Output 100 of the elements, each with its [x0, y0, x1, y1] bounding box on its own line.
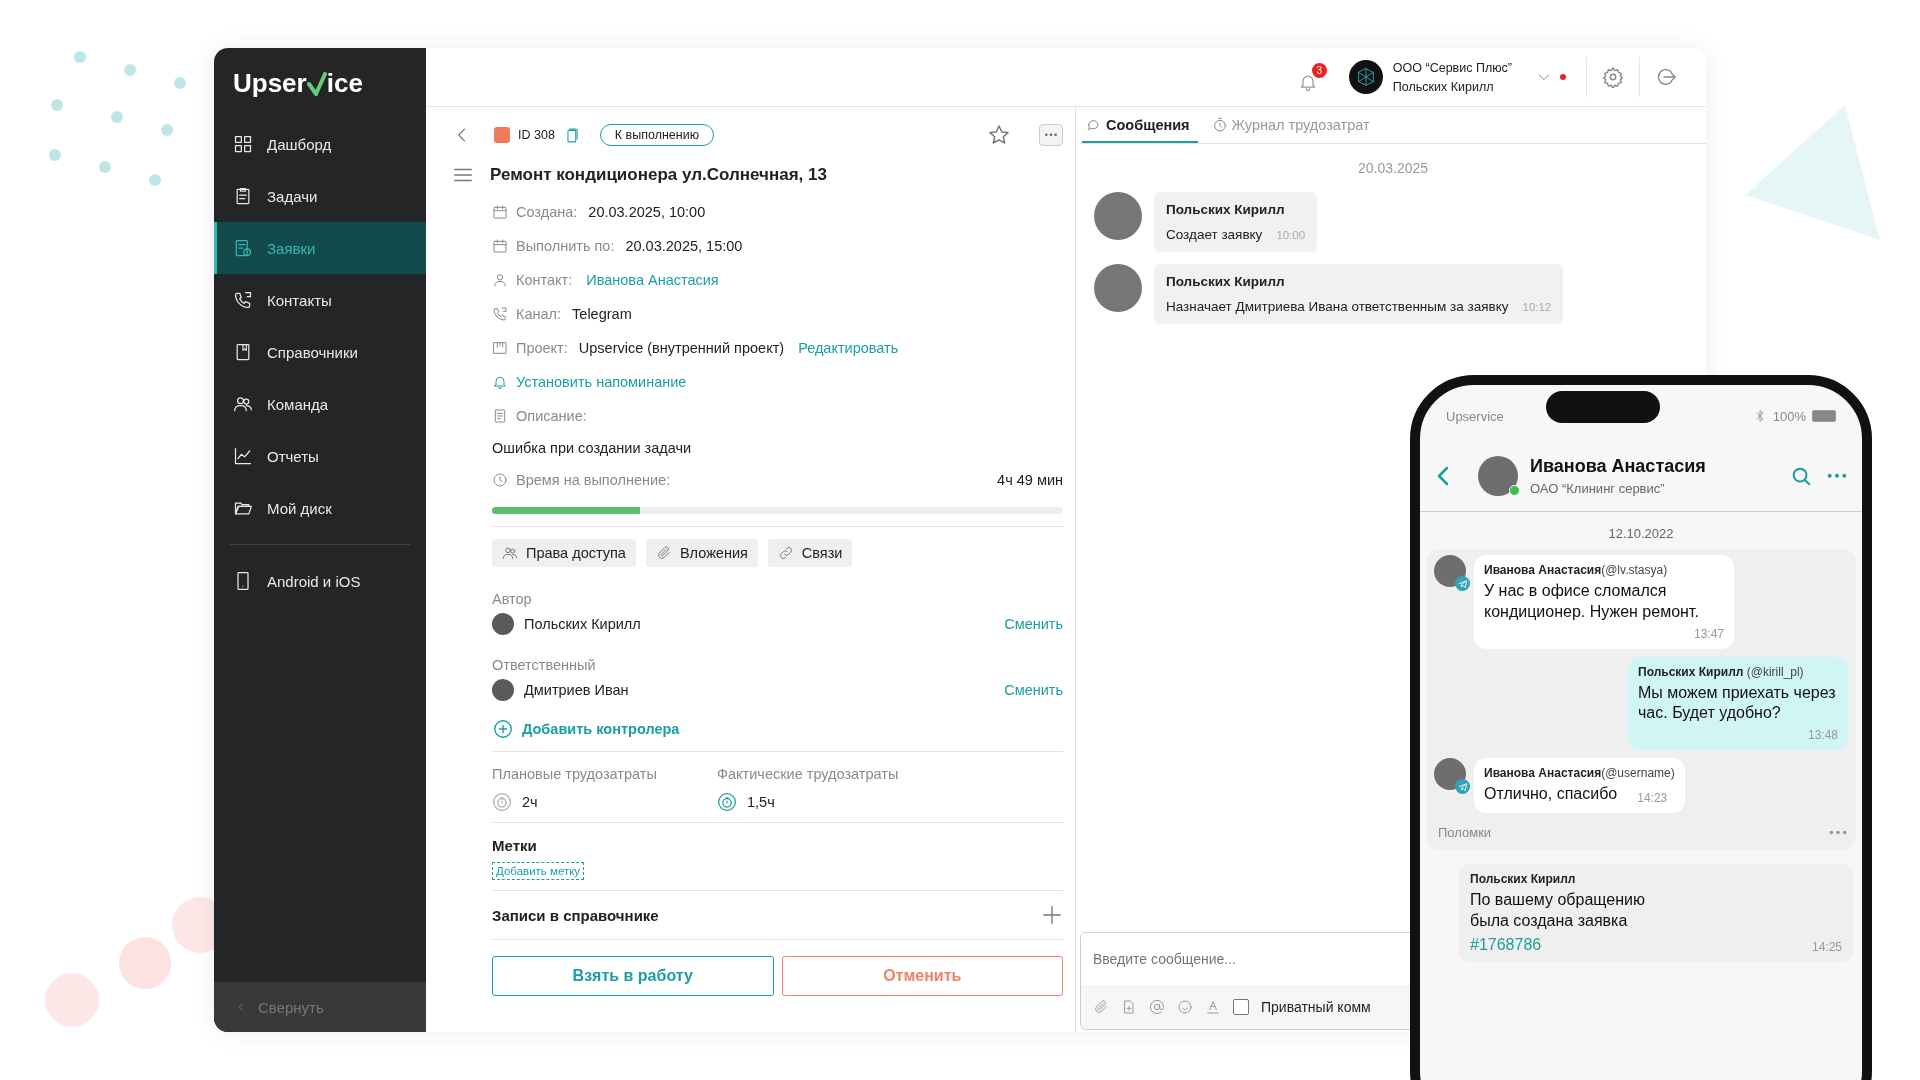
telegram-icon — [1457, 578, 1468, 589]
field-label: Канал: — [516, 306, 562, 322]
field-label: Контакт: — [516, 272, 573, 288]
field-link[interactable]: Редактировать — [798, 340, 899, 356]
tab-chip[interactable]: Вложения — [645, 539, 758, 567]
bell-icon — [492, 374, 508, 390]
message-sender: Польских Кирилл — [1470, 872, 1577, 886]
people-icon — [502, 545, 518, 561]
date-label: 20.03.2025 — [1357, 160, 1429, 176]
time-left: 4ч 49 мин — [997, 472, 1063, 488]
settings-icon — [1602, 66, 1624, 88]
field-label: Описание: — [516, 408, 587, 424]
message-time: 13:48 — [1807, 728, 1838, 743]
change-link[interactable]: Сменить — [1004, 682, 1063, 698]
field-label: Выполнить по: — [516, 238, 615, 254]
group-label: Поломки — [1438, 825, 1492, 840]
date-label: 12.10.2022 — [1608, 526, 1674, 541]
message-time: 10:12 — [1522, 301, 1552, 313]
calendar-icon — [492, 204, 508, 220]
message-sender: Иванова Анастасия(@lv.stasya) — [1484, 563, 1669, 577]
field-label: Проект: — [516, 340, 568, 356]
add-button[interactable] — [1041, 904, 1063, 926]
change-link[interactable]: Сменить — [1004, 616, 1063, 632]
phone-icon — [233, 290, 253, 310]
message-time: 14:23 — [1637, 791, 1668, 805]
ticket-id: ID 308 — [518, 128, 555, 142]
message-text: Назначает Дмитриева Ивана ответственным за заявку — [1166, 299, 1509, 314]
person-name: Дмитриев Иван — [524, 682, 629, 698]
collapse-button[interactable]: Свернуть — [214, 982, 426, 1032]
board-icon — [492, 340, 508, 356]
message-text: Мы можем приехать через час. Будет удобно? — [1638, 682, 1837, 724]
field-link[interactable]: Иванова Анастасия — [586, 272, 719, 288]
notification-badge: 3 — [1311, 62, 1327, 78]
sidebar-item[interactable]: Справочники — [214, 326, 426, 378]
field-value: Telegram — [572, 306, 632, 322]
add-tag-button[interactable]: Добавить метку — [492, 862, 585, 880]
field-value: 20.03.2025, 10:00 — [588, 204, 706, 220]
people-icon — [233, 394, 253, 414]
field-value: Upservice (внутренний проект) — [578, 340, 785, 356]
telegram-icon — [1457, 781, 1468, 792]
effort-label: Фактические трудозатраты — [717, 766, 900, 782]
tab-chip[interactable]: Права доступа — [492, 539, 636, 567]
user-name: Польских Кирилл — [1392, 79, 1495, 94]
more-icon — [1828, 830, 1848, 835]
plus-icon — [1041, 904, 1063, 926]
sidebar-item[interactable]: Задачи — [214, 170, 426, 222]
request-type-icon — [494, 127, 510, 143]
field-label: Время на выполнение: — [516, 472, 671, 488]
grid-icon — [233, 134, 253, 154]
checkbox-label: Приватный комм — [1261, 999, 1371, 1015]
reminder-link[interactable]: Установить напоминание — [516, 374, 687, 390]
stopwatch-icon — [1211, 117, 1228, 133]
section-title: Записи в справочнике — [492, 906, 659, 924]
effort-value: 2ч — [522, 794, 538, 810]
more-icon — [1044, 133, 1058, 137]
contact-name: Иванова Анастасия — [1530, 456, 1706, 477]
message-author: Польских Кирилл — [1166, 274, 1286, 289]
sidebar-item[interactable]: Android и iOS — [214, 555, 426, 607]
message-author: Польских Кирилл — [1166, 202, 1286, 217]
plus-circle-icon — [492, 718, 514, 740]
phone-icon — [492, 306, 508, 322]
more-button[interactable] — [1039, 124, 1063, 146]
notifications-button[interactable]: 3 — [1297, 62, 1327, 92]
tab[interactable]: Сообщения — [1082, 117, 1198, 143]
message-text: У нас в офисе сломался кондиционер. Нужен ремонт. — [1484, 581, 1700, 622]
sidebar-item[interactable]: Дашборд — [214, 118, 426, 170]
tab-chip[interactable]: Связи — [767, 539, 853, 567]
sidebar-item[interactable]: Команда — [214, 378, 426, 430]
status-dot — [1560, 74, 1566, 80]
field-value: 20.03.2025, 15:00 — [625, 238, 743, 254]
battery-icon — [1812, 410, 1836, 422]
text-color-icon — [1205, 999, 1221, 1015]
checkbox[interactable] — [1233, 999, 1249, 1015]
calendar-icon — [492, 238, 508, 254]
sidebar-item[interactable]: Заявки — [214, 222, 426, 274]
document-icon — [233, 238, 253, 258]
more-icon — [1826, 473, 1848, 479]
effort-label: Плановые трудозатраты — [492, 766, 658, 782]
chat-icon — [1086, 117, 1102, 133]
sidebar-item[interactable]: Мой диск — [214, 482, 426, 534]
role-label: Ответственный — [492, 656, 597, 673]
sidebar-item[interactable]: Контакты — [214, 274, 426, 326]
sidebar-item[interactable]: Отчеты — [214, 430, 426, 482]
file-plus-icon — [1121, 999, 1137, 1015]
section-title: Метки — [492, 836, 538, 856]
message-time: 13:47 — [1693, 626, 1724, 641]
chart-icon — [233, 446, 253, 466]
avatar — [1094, 192, 1142, 240]
avatar — [1094, 264, 1142, 312]
cancel-button[interactable]: Отменить — [781, 956, 1063, 996]
ticket-title: Ремонт кондиционера ул.Солнечная, 13 — [490, 165, 827, 185]
paperclip-icon — [1093, 999, 1109, 1015]
avatar — [492, 679, 514, 701]
take-button[interactable]: Взять в работу — [492, 956, 774, 996]
smiley-icon — [1177, 999, 1193, 1015]
tab[interactable]: Журнал трудозатрат — [1207, 117, 1378, 143]
add-controller-link[interactable]: Добавить контролера — [492, 707, 1063, 751]
paperclip-icon — [655, 545, 672, 561]
request-link[interactable]: #1768786 — [1470, 935, 1542, 954]
message-time: 10:00 — [1276, 229, 1306, 241]
